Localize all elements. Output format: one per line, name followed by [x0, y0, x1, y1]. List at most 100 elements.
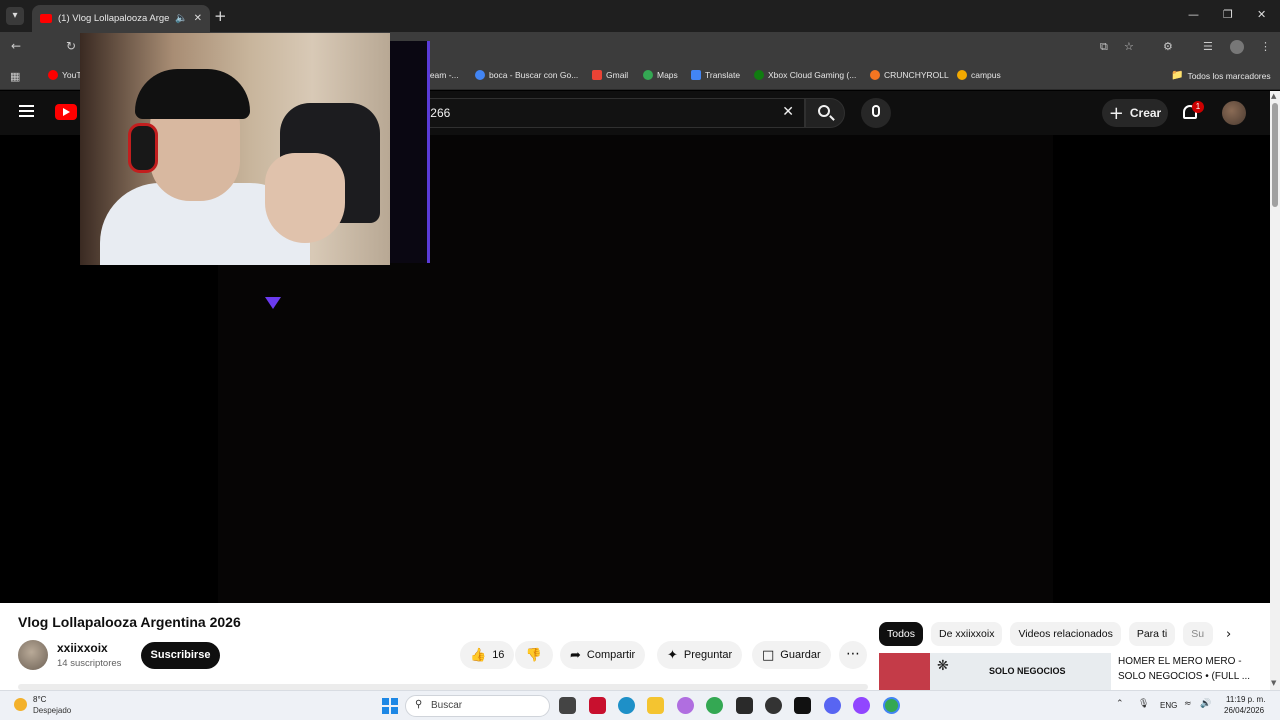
bookmark-campus[interactable]: campus: [957, 70, 1001, 80]
campus-icon: [957, 70, 967, 80]
bookmark-xbox[interactable]: Xbox Cloud Gaming (...: [754, 70, 856, 80]
more-actions-button[interactable]: ⋯: [839, 641, 867, 669]
star-icon[interactable]: ☆: [1124, 40, 1134, 53]
bookmark-label: Translate: [705, 70, 741, 80]
bookmark-gmail[interactable]: Gmail: [592, 70, 628, 80]
app-icon-red[interactable]: [589, 697, 606, 714]
tab-list-button[interactable]: ▾: [6, 7, 24, 25]
weather-temperature: 8°C: [33, 695, 47, 704]
clock-time[interactable]: 11:19 p. m.: [1226, 695, 1265, 704]
like-count: 16: [492, 649, 505, 661]
microphone-icon[interactable]: 🎙: [1138, 699, 1149, 709]
thumbs-up-icon: 👍: [470, 647, 487, 663]
clear-search-icon[interactable]: ✕: [782, 104, 794, 120]
webcam-overlay: [40, 33, 430, 309]
bookmark-icon: □: [762, 647, 775, 663]
moon-icon[interactable]: [14, 698, 27, 711]
logo-icon: ❋: [937, 658, 949, 674]
task-view-icon[interactable]: [559, 697, 576, 714]
youtube-icon: [40, 14, 52, 23]
wifi-icon[interactable]: ≈: [1184, 699, 1192, 709]
subscriber-count: 14 suscriptores: [57, 658, 122, 669]
chevron-up-icon[interactable]: ⌃: [1116, 699, 1124, 709]
dislike-button[interactable]: 👎: [515, 641, 553, 669]
create-button[interactable]: + Crear: [1102, 99, 1168, 127]
channel-name[interactable]: xxiixxoix: [57, 641, 108, 655]
weather-description: Despejado: [33, 706, 72, 715]
obs-icon[interactable]: [765, 697, 782, 714]
like-button[interactable]: 👍 16: [460, 641, 514, 669]
scrollbar-thumb[interactable]: [1272, 103, 1278, 207]
recommendation-title[interactable]: HOMER EL MERO MERO - SOLO NEGOCIOS • (FU…: [1118, 654, 1253, 684]
browser-tab[interactable]: (1) Vlog Lollapalooza Argentin 🔈 ✕: [32, 5, 210, 32]
thumbs-down-icon: 👎: [525, 647, 543, 663]
copilot-icon[interactable]: [677, 697, 694, 714]
bookmark-maps[interactable]: Maps: [643, 70, 678, 80]
bookmark-crunchyroll[interactable]: CRUNCHYROLL: [870, 70, 949, 80]
subscribe-button[interactable]: Suscribirse: [141, 642, 220, 669]
chip-channel[interactable]: De xxiixxoix: [931, 622, 1003, 646]
bookmark-stream[interactable]: ream -...: [427, 70, 459, 80]
taskbar-search-placeholder: Buscar: [431, 700, 463, 711]
tiktok-icon[interactable]: [794, 697, 811, 714]
ask-button[interactable]: ✦ Preguntar: [657, 641, 743, 669]
google-icon: [475, 70, 485, 80]
speaker-icon[interactable]: 🔈: [175, 13, 187, 24]
clock-date[interactable]: 26/04/2026: [1224, 706, 1264, 715]
menu-icon[interactable]: ⋮: [1260, 40, 1271, 53]
chip-for-you[interactable]: Para ti: [1128, 622, 1176, 646]
taskbar-search[interactable]: ⚲ Buscar: [405, 695, 550, 717]
chrome-icon[interactable]: [706, 697, 723, 714]
microphone-icon: [872, 105, 880, 117]
scroll-down-icon[interactable]: ▼: [1271, 679, 1276, 687]
media-controls-icon[interactable]: ☰: [1203, 40, 1213, 53]
apps-icon[interactable]: ▦: [10, 70, 20, 83]
person-cap: [135, 69, 250, 119]
close-icon[interactable]: ✕: [194, 13, 202, 24]
share-icon: ➦: [570, 647, 581, 663]
page-scrollbar[interactable]: ▲ ▼: [1270, 91, 1280, 690]
chrome-active-icon[interactable]: [883, 697, 900, 714]
translate-icon: [691, 70, 701, 80]
channel-avatar[interactable]: [18, 640, 48, 670]
bookmark-translate[interactable]: Translate: [691, 70, 740, 80]
share-button[interactable]: ➦ Compartir: [560, 641, 646, 669]
create-label: Crear: [1129, 106, 1162, 120]
search-button[interactable]: [805, 98, 845, 128]
all-bookmarks[interactable]: 📁 Todos los marcadores: [1171, 70, 1271, 81]
recommendation-chips: Todos De xxiixxoix Videos relacionados P…: [879, 622, 1214, 646]
twitch-icon[interactable]: [853, 697, 870, 714]
account-avatar[interactable]: [1222, 101, 1246, 125]
chip-subscriptions[interactable]: Su: [1183, 622, 1214, 646]
search-input[interactable]: kk' 2266 ✕: [393, 98, 805, 128]
bookmark-boca[interactable]: boca - Buscar con Go...: [475, 70, 578, 80]
bookmark-label: Maps: [657, 70, 678, 80]
profile-avatar[interactable]: [1230, 40, 1244, 54]
chip-todos[interactable]: Todos: [879, 622, 924, 646]
minimize-icon[interactable]: —: [1188, 8, 1199, 21]
restore-icon[interactable]: ❐: [1223, 8, 1233, 21]
chip-related[interactable]: Videos relacionados: [1010, 622, 1121, 646]
volume-icon[interactable]: 🔊: [1200, 699, 1211, 709]
extensions-icon[interactable]: ⚙: [1163, 40, 1173, 53]
install-app-icon[interactable]: ⧉: [1100, 40, 1108, 54]
file-explorer-icon[interactable]: [647, 697, 664, 714]
recommendation-thumbnail[interactable]: ❋ SOLO NEGOCIOS: [879, 653, 1111, 690]
thumbnail-text: SOLO NEGOCIOS: [989, 666, 1066, 676]
headphones: [128, 123, 158, 173]
chevron-right-icon[interactable]: ›: [1226, 627, 1231, 642]
start-button[interactable]: [382, 698, 398, 714]
nvidia-icon[interactable]: [736, 697, 753, 714]
back-icon[interactable]: ←: [11, 39, 21, 53]
voice-search-button[interactable]: [861, 98, 891, 128]
new-tab-button[interactable]: +: [214, 7, 227, 25]
close-icon[interactable]: ✕: [1257, 8, 1266, 21]
bookmark-label: boca - Buscar con Go...: [489, 70, 579, 80]
scroll-up-icon[interactable]: ▲: [1271, 92, 1276, 100]
save-button[interactable]: □ Guardar: [752, 641, 831, 669]
discord-icon[interactable]: [824, 697, 841, 714]
language-indicator[interactable]: ENG: [1160, 701, 1177, 710]
edge-icon[interactable]: [618, 697, 635, 714]
hamburger-menu-icon[interactable]: [19, 105, 34, 117]
browser-tab-strip: ▾ (1) Vlog Lollapalooza Argentin 🔈 ✕ + —…: [0, 0, 1280, 32]
